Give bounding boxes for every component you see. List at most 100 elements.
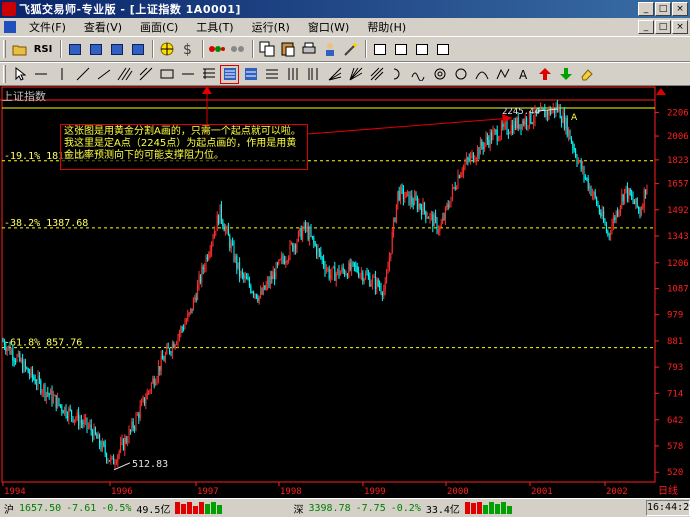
window-list-icon[interactable]	[370, 40, 389, 59]
trend-line-icon[interactable]	[73, 65, 92, 84]
candle-body	[432, 214, 434, 227]
candle-body	[444, 207, 446, 220]
candle-body	[43, 384, 45, 392]
chart-window4-icon[interactable]	[128, 40, 147, 59]
chart-window3-icon[interactable]	[107, 40, 126, 59]
candle-body	[34, 379, 36, 384]
rsi-button[interactable]: RSI	[31, 40, 55, 59]
toolbar-grip[interactable]	[3, 40, 6, 58]
candle-body	[636, 198, 638, 208]
text-line-icon[interactable]	[178, 65, 197, 84]
candle-body	[271, 276, 273, 280]
eraser-icon[interactable]	[577, 65, 596, 84]
year-tick-label: 1996	[111, 487, 133, 497]
speed-lines-icon[interactable]	[325, 65, 344, 84]
cycle-arc-icon[interactable]	[472, 65, 491, 84]
scroll-up-arrow-icon[interactable]	[656, 88, 666, 95]
menu-window[interactable]: 窗口(W)	[299, 19, 358, 35]
mdi-close-button[interactable]: ×	[672, 20, 688, 34]
golden-section-icon[interactable]	[220, 64, 239, 84]
menu-tools[interactable]: 工具(T)	[187, 19, 242, 35]
candle-body	[265, 284, 267, 290]
parallel-lines-icon[interactable]	[115, 65, 134, 84]
candle-body	[488, 139, 490, 146]
sh-index-summary[interactable]: 沪 1657.50 -7.61 -0.5% 49.5亿	[0, 500, 235, 517]
chart-window-icon[interactable]	[65, 40, 84, 59]
candle-body	[359, 274, 361, 277]
document-icon[interactable]	[4, 21, 16, 33]
vertical-line-icon[interactable]	[52, 65, 71, 84]
candle-body	[227, 227, 229, 236]
candle-body	[521, 121, 523, 129]
circle-icon[interactable]	[430, 65, 449, 84]
dollar-icon[interactable]: $	[178, 40, 197, 59]
price-tick-label: 979	[667, 311, 683, 321]
annotation-pointer	[307, 117, 513, 135]
candle-body	[244, 276, 246, 278]
candle-body	[408, 191, 410, 205]
print-icon[interactable]	[299, 40, 318, 59]
wave-icon[interactable]	[409, 65, 428, 84]
candle-body	[107, 460, 109, 462]
channel-icon[interactable]	[136, 65, 155, 84]
candle-body	[162, 355, 164, 360]
menu-file[interactable]: 文件(F)	[20, 19, 75, 35]
fib-time-icon[interactable]	[304, 65, 323, 84]
arrow-down-icon[interactable]	[556, 65, 575, 84]
text-a-icon[interactable]: A	[514, 65, 533, 84]
candle-body	[124, 437, 126, 450]
candle-body	[401, 186, 403, 189]
menu-view[interactable]: 查看(V)	[75, 19, 131, 35]
indicator-off-icon[interactable]	[228, 40, 247, 59]
percent-lines-icon[interactable]	[262, 65, 281, 84]
crosshair-icon[interactable]	[157, 40, 176, 59]
candle-body	[381, 292, 383, 296]
rectangle-icon[interactable]	[157, 65, 176, 84]
candle-body	[292, 243, 294, 251]
minimize-button[interactable]: _	[638, 2, 654, 16]
close-button[interactable]: ×	[672, 2, 688, 16]
ray-line-icon[interactable]	[94, 65, 113, 84]
candle-body	[138, 414, 140, 419]
open-folder-icon[interactable]	[10, 40, 29, 59]
magic-wand-icon[interactable]	[341, 40, 360, 59]
menu-screen[interactable]: 画面(C)	[131, 19, 187, 35]
window-split-icon[interactable]	[433, 40, 452, 59]
candle-body	[479, 141, 481, 155]
ellipse-icon[interactable]	[451, 65, 470, 84]
candle-body	[573, 148, 575, 151]
menu-help[interactable]: 帮助(H)	[358, 19, 415, 35]
maximize-button[interactable]: □	[655, 2, 671, 16]
candle-body	[232, 243, 234, 245]
paste-icon[interactable]	[278, 40, 297, 59]
copy-icon[interactable]	[257, 40, 276, 59]
indicator-icon[interactable]	[207, 40, 226, 59]
chart-window2-icon[interactable]	[86, 40, 105, 59]
sz-index-summary[interactable]: 深 3398.78 -7.75 -0.2% 33.4亿	[289, 500, 524, 517]
zigzag-icon[interactable]	[493, 65, 512, 84]
arrow-up-icon[interactable]	[535, 65, 554, 84]
candle-body	[356, 266, 358, 273]
window-tile-icon[interactable]	[391, 40, 410, 59]
mdi-minimize-button[interactable]: _	[638, 20, 654, 34]
candle-body	[80, 420, 82, 423]
regression-icon[interactable]	[367, 65, 386, 84]
candle-body	[73, 419, 75, 422]
candle-body	[617, 211, 619, 216]
arc-icon[interactable]	[388, 65, 407, 84]
golden-section-b-icon[interactable]	[241, 65, 260, 84]
gann-fan-icon[interactable]	[346, 65, 365, 84]
candle-body	[597, 204, 599, 207]
fib-retrace-icon[interactable]	[199, 65, 218, 84]
window-cascade-icon[interactable]	[412, 40, 431, 59]
person-icon[interactable]	[320, 40, 339, 59]
pointer-icon[interactable]	[10, 65, 29, 84]
period-lines-icon[interactable]	[283, 65, 302, 84]
candle-body	[491, 132, 493, 140]
horizontal-line-icon[interactable]	[31, 65, 50, 84]
toolbar-grip[interactable]	[3, 65, 6, 83]
candle-body	[276, 263, 278, 265]
candle-body	[500, 124, 502, 137]
mdi-restore-button[interactable]: □	[655, 20, 671, 34]
menu-run[interactable]: 运行(R)	[243, 19, 299, 35]
